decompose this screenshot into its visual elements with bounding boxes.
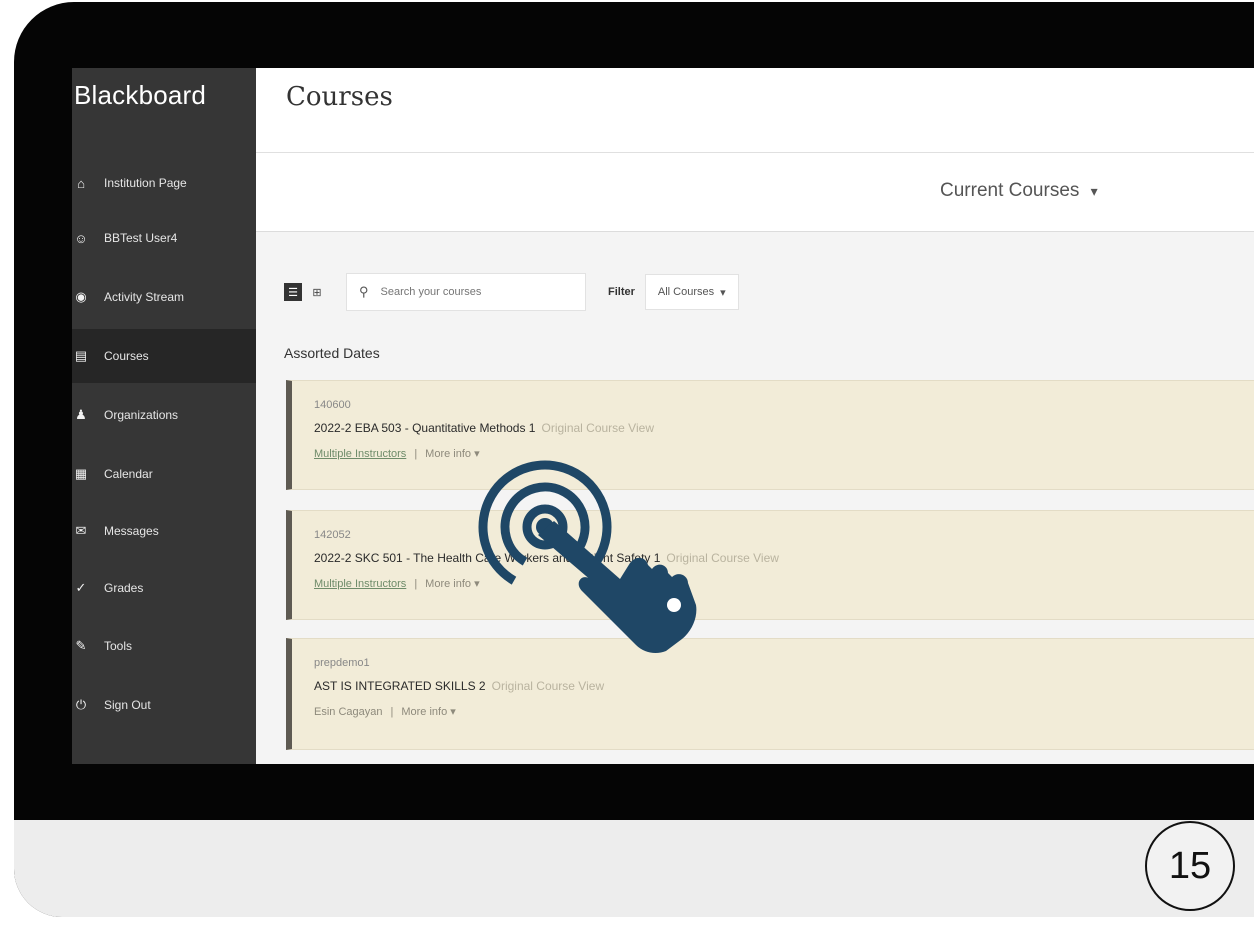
page-header: Courses xyxy=(256,68,1254,153)
grades-icon: ✓ xyxy=(75,580,87,595)
course-meta: Multiple Instructors | More info ▾ xyxy=(314,577,480,590)
sidebar-item-label: Tools xyxy=(104,639,133,653)
grid-view-button[interactable]: ⊞ xyxy=(308,283,326,301)
term-dropdown-value: Current Courses xyxy=(940,180,1080,201)
sidebar: Blackboard ⌂ Institution Page ☺ BBTest U… xyxy=(72,68,256,764)
sidebar-item-label: Activity Stream xyxy=(104,290,185,304)
sidebar-item-calendar[interactable]: ▦ Calendar xyxy=(72,449,256,499)
search-input[interactable] xyxy=(378,285,563,299)
page-title: Courses xyxy=(286,82,393,112)
course-title-text: AST IS INTEGRATED SKILLS 2 xyxy=(314,679,486,693)
tap-hand-icon xyxy=(478,460,697,653)
sidebar-item-label: Courses xyxy=(104,349,149,363)
user-icon: ☺ xyxy=(74,230,88,246)
filter-dropdown[interactable]: All Courses ▾ xyxy=(644,274,739,310)
course-id: 140600 xyxy=(314,399,351,411)
search-icon: ⚲ xyxy=(359,284,369,299)
more-info-link[interactable]: More info ▾ xyxy=(401,706,455,718)
sidebar-item-label: Messages xyxy=(104,524,159,538)
course-card[interactable]: prepdemo1 AST IS INTEGRATED SKILLS 2 Orig… xyxy=(286,638,1254,750)
list-view-icon: ☰ xyxy=(288,286,298,299)
sidebar-item-user[interactable]: ☺ BBTest User4 xyxy=(72,213,256,263)
course-toolbar: ☰ ⊞ ⚲ Filter All Courses ▾ xyxy=(284,273,739,311)
chevron-down-icon: ▾ xyxy=(720,286,726,299)
calendar-icon: ▦ xyxy=(74,466,88,481)
organizations-icon: ♟ xyxy=(75,407,87,422)
course-card[interactable]: 140600 2022-2 EBA 503 - Quantitative Met… xyxy=(286,380,1254,490)
instructors-link[interactable]: Multiple Instructors xyxy=(314,578,406,590)
sidebar-item-organizations[interactable]: ♟ Organizations xyxy=(72,390,256,440)
instructors-link[interactable]: Multiple Instructors xyxy=(314,448,406,460)
course-title[interactable]: 2022-2 EBA 503 - Quantitative Methods 1 O… xyxy=(314,421,654,435)
sidebar-item-sign-out[interactable]: ⏻ Sign Out xyxy=(72,680,256,730)
sidebar-item-tools[interactable]: ✎ Tools xyxy=(72,621,256,671)
step-number-badge: 15 xyxy=(1145,821,1235,911)
browser-screen: Blackboard ⌂ Institution Page ☺ BBTest U… xyxy=(72,68,1254,764)
filter-label: Filter xyxy=(608,286,635,298)
instructors-link[interactable]: Esin Cagayan xyxy=(314,706,383,718)
course-title[interactable]: AST IS INTEGRATED SKILLS 2 Original Cours… xyxy=(314,679,604,693)
course-view-label: Original Course View xyxy=(541,421,654,435)
course-view-label: Original Course View xyxy=(491,679,605,693)
courses-icon: ▤ xyxy=(74,348,88,363)
sidebar-item-label: Organizations xyxy=(104,408,179,422)
term-dropdown[interactable]: Current Courses ▾ xyxy=(940,180,1098,202)
messages-icon: ✉ xyxy=(75,523,87,538)
meta-separator: | xyxy=(390,706,394,718)
course-meta: Multiple Instructors | More info ▾ xyxy=(314,447,480,460)
course-search: ⚲ xyxy=(346,273,586,311)
course-card[interactable]: 142052 2022-2 SKC 501 - The Health Care … xyxy=(286,510,1254,620)
course-id: prepdemo1 xyxy=(314,657,370,669)
sidebar-item-label: Sign Out xyxy=(104,698,151,712)
chevron-down-icon: ▾ xyxy=(1090,183,1098,199)
course-title-text: 2022-2 EBA 503 - Quantitative Methods 1 xyxy=(314,421,536,435)
course-id: 142052 xyxy=(314,529,351,541)
device-chin xyxy=(14,820,1254,917)
course-term-bar: Current Courses ▾ xyxy=(256,153,1254,232)
sidebar-item-label: Grades xyxy=(104,581,144,595)
sidebar-item-grades[interactable]: ✓ Grades xyxy=(72,563,256,613)
course-meta: Esin Cagayan | More info ▾ xyxy=(314,705,456,718)
meta-separator: | xyxy=(414,578,418,590)
sidebar-item-label: BBTest User4 xyxy=(104,231,178,245)
activity-stream-icon: ◉ xyxy=(75,289,87,304)
sidebar-item-label: Institution Page xyxy=(104,176,187,190)
sidebar-item-messages[interactable]: ✉ Messages xyxy=(72,506,256,556)
list-view-button[interactable]: ☰ xyxy=(284,283,302,301)
sidebar-item-activity-stream[interactable]: ◉ Activity Stream xyxy=(72,272,256,322)
filter-dropdown-value: All Courses xyxy=(657,286,715,298)
sidebar-item-institution-page[interactable]: ⌂ Institution Page xyxy=(72,158,256,208)
sidebar-item-courses[interactable]: ▤ Courses xyxy=(72,329,256,383)
grid-view-icon: ⊞ xyxy=(312,286,322,299)
section-title: Assorted Dates xyxy=(284,345,380,361)
sign-out-icon: ⏻ xyxy=(75,697,87,712)
sidebar-item-label: Calendar xyxy=(104,467,153,481)
blackboard-logo: Blackboard xyxy=(74,80,207,110)
main-content: Courses Current Courses ▾ ☰ ⊞ ⚲ Search y… xyxy=(256,68,1254,764)
institution-icon: ⌂ xyxy=(77,175,85,191)
meta-separator: | xyxy=(414,448,418,460)
tools-icon: ✎ xyxy=(75,638,87,653)
